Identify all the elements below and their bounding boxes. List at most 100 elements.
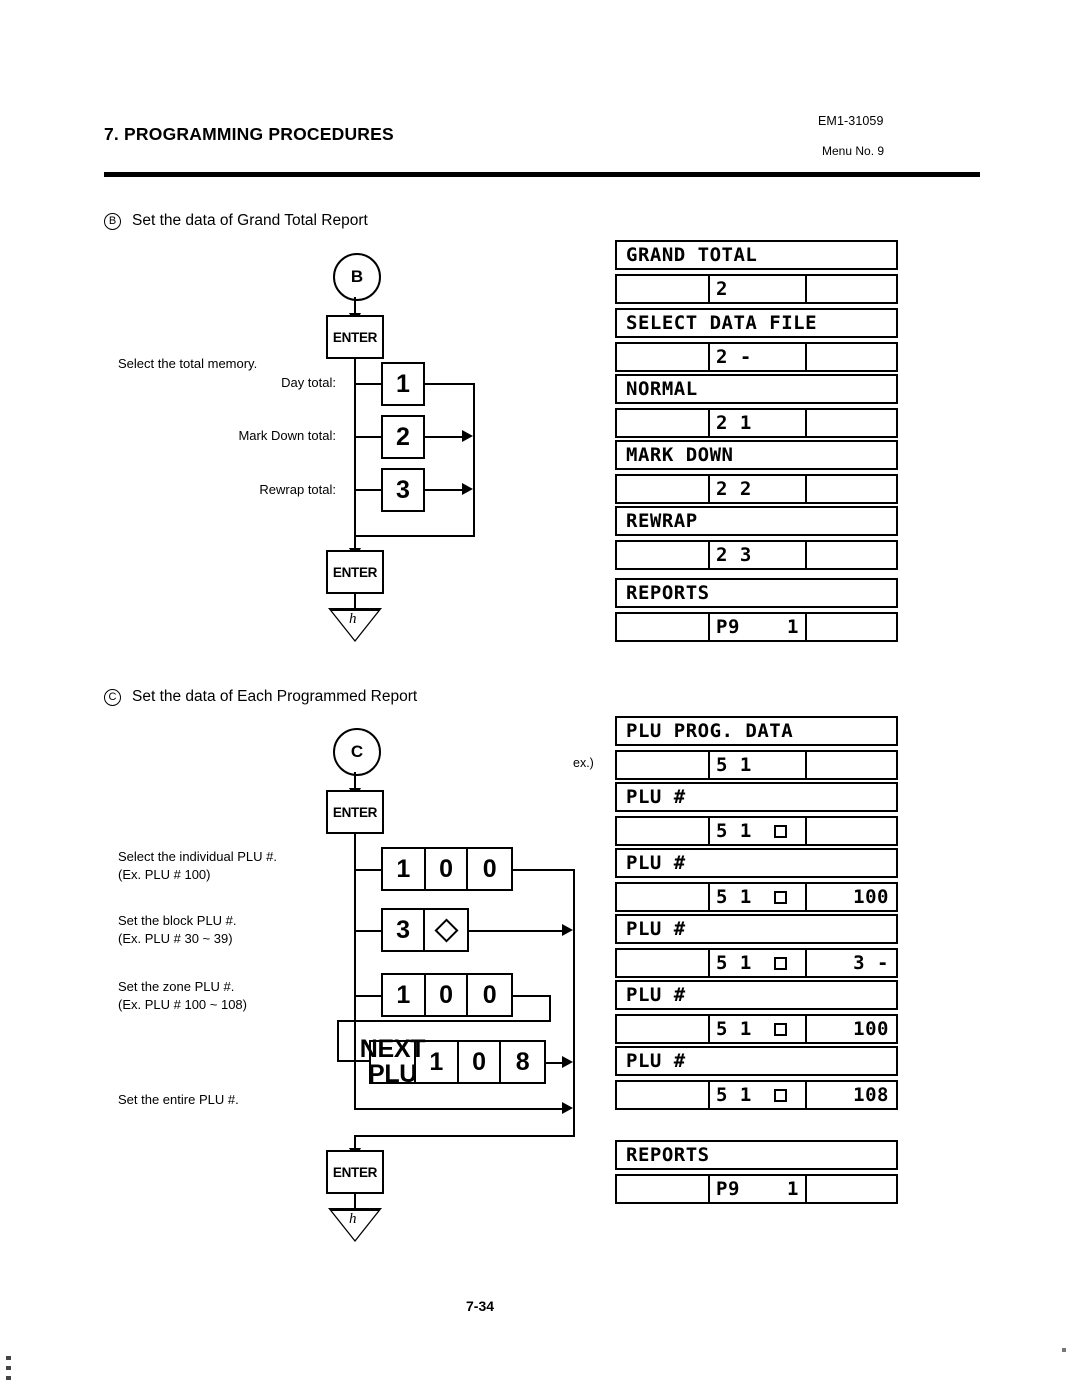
display-code: 5 1	[716, 952, 752, 974]
display-title-plu: PLU #	[615, 1046, 898, 1076]
display-cell-mid: 5 1	[710, 1016, 807, 1042]
display-row-plu-prog-data: 5 1	[615, 750, 898, 780]
key-strip-block-plu: 3	[381, 908, 469, 952]
cursor-box-icon	[773, 1088, 787, 1102]
label-zone-plu: Set the zone PLU #. (Ex. PLU # 100 ~ 108…	[118, 979, 247, 1012]
display-cell-left	[617, 950, 710, 976]
display-title-mark-down: MARK DOWN	[615, 440, 898, 470]
label-rewrap-total: Rewrap total:	[259, 482, 336, 497]
key-cell: 0	[426, 849, 469, 889]
bus-right-c	[573, 869, 575, 1137]
key-cell: 1	[416, 1042, 459, 1082]
display-page-value: 1	[787, 616, 799, 638]
display-title-plu: PLU #	[615, 848, 898, 878]
key-cell: 3	[383, 910, 426, 950]
display-cell-mid: 2 3	[710, 542, 807, 568]
display-cell-right: 3 -	[853, 952, 889, 974]
display-group-b: GRAND TOTAL 2	[615, 240, 898, 304]
key-b-option-2: 2	[381, 415, 425, 459]
key-b-option-1: 1	[381, 362, 425, 406]
display-code: 5 1	[716, 1018, 752, 1040]
label-day-total: Day total:	[281, 375, 336, 390]
manual-page: 7. PROGRAMMING PROCEDURES EM1-31059 Menu…	[0, 0, 1080, 1397]
display-cell-right	[807, 614, 896, 640]
header-divider	[104, 172, 980, 177]
display-cell-mid: 2 2	[710, 476, 807, 502]
label-block-plu: Set the block PLU #. (Ex. PLU # 30 ~ 39)	[118, 913, 237, 946]
scan-artifact	[6, 1356, 11, 1360]
display-cell-right	[807, 476, 896, 502]
connector-c-entire	[354, 1108, 565, 1110]
display-cell-left	[617, 344, 710, 370]
cursor-box-icon	[773, 1022, 787, 1036]
display-title-reports: REPORTS	[615, 1140, 898, 1170]
connector-c-opt1-in	[354, 869, 381, 871]
scan-artifact	[1062, 1348, 1066, 1352]
arrowhead-c-opt2	[562, 924, 573, 936]
key-enter-c-top: ENTER	[326, 790, 384, 834]
display-cell-right: 100	[853, 886, 889, 908]
key-strip-zone-plu: 1 0 0	[381, 973, 513, 1017]
display-row-reports: P9 1	[615, 612, 898, 642]
display-cell-mid: 2 1	[710, 410, 807, 436]
display-group-plu-3: PLU # 5 1 3 -	[615, 914, 898, 978]
key-cell-diamond	[425, 910, 467, 950]
display-cell-left	[617, 542, 710, 568]
display-group-mark-down: MARK DOWN 2 2	[615, 440, 898, 504]
key-cell: 8	[515, 1047, 530, 1076]
display-cell-right	[807, 410, 896, 436]
key-strip-individual-plu: 1 0 0	[381, 847, 513, 891]
section-b-marker: B	[104, 213, 121, 230]
display-cell-right: 100	[853, 1018, 889, 1040]
connector-c-zone-back	[337, 1020, 551, 1022]
display-cell-left	[617, 1176, 710, 1202]
display-row-plu: 5 1 108	[615, 1080, 898, 1110]
display-cell-left	[617, 752, 710, 778]
display-title-plu: PLU #	[615, 782, 898, 812]
display-cell-right: 108	[853, 1084, 889, 1106]
connector-c-opt2-in	[354, 930, 381, 932]
display-code: 5 1	[716, 886, 752, 908]
key-cell: 0	[459, 1042, 502, 1082]
connector-c-merge	[354, 1135, 575, 1137]
arrowhead-c-entire	[562, 1102, 573, 1114]
next-plu-line2: PLU	[367, 1060, 418, 1088]
bus-left-b	[354, 359, 356, 537]
display-row-reports: P9 1	[615, 1174, 898, 1204]
connector-b-opt3-out	[425, 489, 465, 491]
key-cell: 1	[383, 975, 426, 1015]
arrowhead-b-opt2	[462, 430, 473, 442]
connector-b-opt2-in	[354, 436, 381, 438]
display-cell-mid: 5 1	[710, 752, 807, 778]
section-c-heading: C Set the data of Each Programmed Report	[104, 688, 417, 706]
display-cell-mid: 5 1	[710, 818, 807, 844]
scan-artifact	[6, 1366, 11, 1370]
display-title-normal: NORMAL	[615, 374, 898, 404]
display-cell-mid: 2	[710, 276, 807, 302]
connector-c-zone-out	[513, 995, 551, 997]
display-group-reports-b: REPORTS P9 1	[615, 578, 898, 642]
key-strip-next-plu: NEXT PLU 1 0 8	[360, 1037, 546, 1088]
section-c-heading-text: Set the data of Each Programmed Report	[132, 688, 418, 705]
display-group-plu-5: PLU # 5 1 108	[615, 1046, 898, 1110]
example-label: ex.)	[573, 756, 594, 770]
display-row-select-data-file: 2 -	[615, 342, 898, 372]
key-enter-b-bottom: ENTER	[326, 550, 384, 594]
section-b-heading-text: Set the data of Grand Total Report	[132, 212, 368, 229]
bus-left-c	[354, 834, 356, 1110]
display-cell-left	[617, 1082, 710, 1108]
key-enter-c-bottom: ENTER	[326, 1150, 384, 1194]
display-group-plu-2: PLU # 5 1 100	[615, 848, 898, 912]
display-cell-mid: P9 1	[710, 1176, 807, 1202]
display-group-normal: NORMAL 2 1	[615, 374, 898, 438]
display-row-normal: 2 1	[615, 408, 898, 438]
display-cell-right	[807, 542, 896, 568]
display-row-rewrap: 2 3	[615, 540, 898, 570]
display-cell-left	[617, 1016, 710, 1042]
display-cell-left	[617, 476, 710, 502]
display-cell-left	[617, 614, 710, 640]
arrowhead-c-next	[562, 1056, 573, 1068]
display-cell-right	[807, 818, 896, 844]
cursor-box-icon	[773, 890, 787, 904]
display-cell-left	[617, 276, 710, 302]
